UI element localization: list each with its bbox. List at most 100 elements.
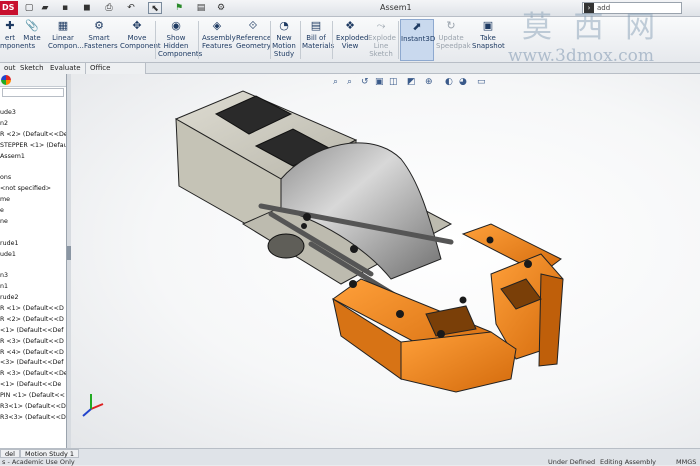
tree-item[interactable]: PIN <1> (Default<<: [0, 391, 66, 402]
tree-item[interactable]: n1: [0, 282, 66, 293]
ribbon-separator: [198, 21, 199, 59]
ribbon-button-update-speedpak[interactable]: ↻ Update Speedpak: [436, 19, 471, 61]
ribbon-button-label: Show Hidden Components: [158, 34, 203, 58]
tab-model[interactable]: del: [0, 449, 20, 458]
ribbon-button-label: New Motion Study: [272, 34, 296, 58]
tree-item[interactable]: R3<1> (Default<<D: [0, 402, 66, 413]
explode-line-sketch-icon: ⤳: [376, 19, 386, 32]
display-manager-icon[interactable]: [1, 75, 11, 85]
ribbon-button-label: Bill of Materials: [302, 34, 335, 50]
tree-item[interactable]: R <2> (Default<<De: [0, 130, 66, 141]
tree-item[interactable]: <1> (Default<<Def: [0, 326, 66, 337]
watermark-cn: 莫 西 网: [522, 10, 662, 45]
tree-item[interactable]: <3> (Default<<Def: [0, 358, 66, 369]
tab-evaluate[interactable]: Evaluate: [46, 63, 86, 74]
move-component-icon: ✥: [132, 19, 142, 32]
tree-item[interactable]: R <3> (Default<<D: [0, 337, 66, 348]
insert-components-icon: ✚: [5, 19, 15, 32]
ribbon-button-mate[interactable]: 📎 Mate: [22, 19, 42, 61]
tree-item[interactable]: me: [0, 195, 66, 206]
tree-item[interactable]: [0, 162, 66, 173]
smart-fasteners-icon: ⚙: [94, 19, 104, 32]
tree-item[interactable]: R <2> (Default<<D: [0, 315, 66, 326]
ribbon-button-reference-geometry[interactable]: ⟐ Reference Geometry: [236, 19, 272, 61]
tree-item[interactable]: ons: [0, 173, 66, 184]
ribbon-button-explode-line-sketch[interactable]: ⤳ Explode Line Sketch: [368, 19, 396, 61]
tree-item[interactable]: [0, 260, 66, 271]
select-icon[interactable]: ⬉: [148, 2, 162, 14]
ribbon-button-instant3d[interactable]: ⬈ Instant3D: [400, 19, 436, 61]
ribbon-button-exploded-view[interactable]: ❖ Exploded View: [336, 19, 368, 61]
tree-item[interactable]: ude3: [0, 108, 66, 119]
ribbon-button-show-hidden-components[interactable]: ◉ Show Hidden Components: [158, 19, 202, 61]
solidworks-logo[interactable]: DS: [0, 1, 18, 15]
gear[interactable]: [267, 233, 305, 259]
tree-item[interactable]: R <1> (Default<<D: [0, 304, 66, 315]
ribbon-button-take-snapshot[interactable]: ▣ Take Snapshot: [472, 19, 505, 61]
tree-item[interactable]: e: [0, 206, 66, 217]
tree-filter-input[interactable]: [2, 88, 64, 97]
coordinate-triad: [82, 394, 104, 417]
tab-sketch[interactable]: Sketch: [16, 63, 49, 74]
file-properties-icon[interactable]: ▤: [194, 2, 208, 14]
ribbon-button-move-component[interactable]: ✥ Move Component: [120, 19, 161, 61]
rebuild-icon[interactable]: ⚑: [172, 2, 186, 14]
tree-item[interactable]: Assem1: [0, 152, 66, 163]
mate-icon: 📎: [25, 19, 39, 32]
watermark-url: www.3dmox.com: [508, 46, 654, 66]
tree-list: ude3 n2 R <2> (Default<<De STEPPER <1> (Def…: [0, 98, 66, 424]
bill-of-materials-icon: ▤: [310, 19, 322, 32]
document-title: Assem1: [380, 3, 412, 12]
show-hidden-components-icon: ◉: [171, 19, 181, 32]
ribbon-separator: [270, 21, 271, 59]
print-icon[interactable]: ⎙: [102, 2, 116, 14]
ribbon-separator: [155, 21, 156, 59]
tree-item[interactable]: R <4> (Default<<D: [0, 348, 66, 359]
ribbon-button-label: Mate: [23, 34, 41, 42]
ribbon-separator: [300, 21, 301, 59]
ribbon-button-assembly-features[interactable]: ◈ Assembly Features: [202, 19, 236, 61]
save-icon[interactable]: ▪: [58, 2, 72, 14]
tree-item[interactable]: ude1: [0, 250, 66, 261]
ribbon-button-new-motion-study[interactable]: ◔ New Motion Study: [272, 19, 296, 61]
left-jaw[interactable]: [332, 278, 517, 393]
save-icon-2[interactable]: ◼: [80, 2, 94, 14]
new-motion-study-icon: ◔: [279, 19, 289, 32]
ribbon-button-insert-components[interactable]: ✚ ert mponents: [0, 19, 35, 61]
open-icon[interactable]: ▰: [38, 2, 52, 14]
ribbon-button-bill-of-materials[interactable]: ▤ Bill of Materials: [302, 19, 334, 61]
tree-item[interactable]: n3: [0, 271, 66, 282]
tab-motion-study-1[interactable]: Motion Study 1: [20, 449, 80, 458]
ribbon-button-label: Update Speedpak: [436, 34, 471, 50]
ribbon-button-label: Linear Compon...: [48, 34, 84, 50]
ribbon-button-label: Reference Geometry: [236, 34, 272, 50]
panel-toolbar: [0, 74, 66, 87]
tree-item[interactable]: R <3> (Default<<De: [0, 369, 66, 380]
ribbon-separator: [332, 21, 333, 59]
ribbon-button-label: Exploded View: [336, 34, 369, 50]
tree-item[interactable]: <1> (Default<<De: [0, 380, 66, 391]
ribbon-button-smart-fasteners[interactable]: ⚙ Smart Fasteners: [84, 19, 118, 61]
assembly-model[interactable]: [71, 74, 700, 448]
tree-item[interactable]: STEPPER <1> (Defau: [0, 141, 66, 152]
options-icon[interactable]: ⚙: [214, 2, 228, 14]
ribbon-button-linear-component[interactable]: ▦ Linear Compon...: [48, 19, 84, 61]
tree-item[interactable]: <not specified>: [0, 184, 66, 195]
ribbon-separator: [398, 21, 399, 59]
ribbon-button-label: Instant3D: [401, 35, 436, 43]
tab-office-products[interactable]: Office Products: [86, 63, 146, 82]
assembly-features-icon: ◈: [212, 19, 222, 32]
tree-item[interactable]: R3<3> (Default<<D: [0, 413, 66, 424]
graphics-area[interactable]: ⌕ ⌕ ↺ ▣ ◫ ◩ ⊕ ◐ ◕ ▭: [71, 74, 700, 448]
tree-item[interactable]: rude1: [0, 239, 66, 250]
tree-item[interactable]: [0, 228, 66, 239]
ribbon-button-label: Assembly Features: [202, 34, 236, 50]
take-snapshot-icon: ▣: [482, 19, 494, 32]
status-bar: del Motion Study 1 s - Academic Use Only…: [0, 448, 700, 466]
tree-item[interactable]: rude2: [0, 293, 66, 304]
new-icon[interactable]: ▢: [22, 2, 36, 14]
tree-item[interactable]: ne: [0, 217, 66, 228]
exploded-view-icon: ❖: [345, 19, 355, 32]
undo-icon[interactable]: ↶: [124, 2, 138, 14]
tree-item[interactable]: n2: [0, 119, 66, 130]
